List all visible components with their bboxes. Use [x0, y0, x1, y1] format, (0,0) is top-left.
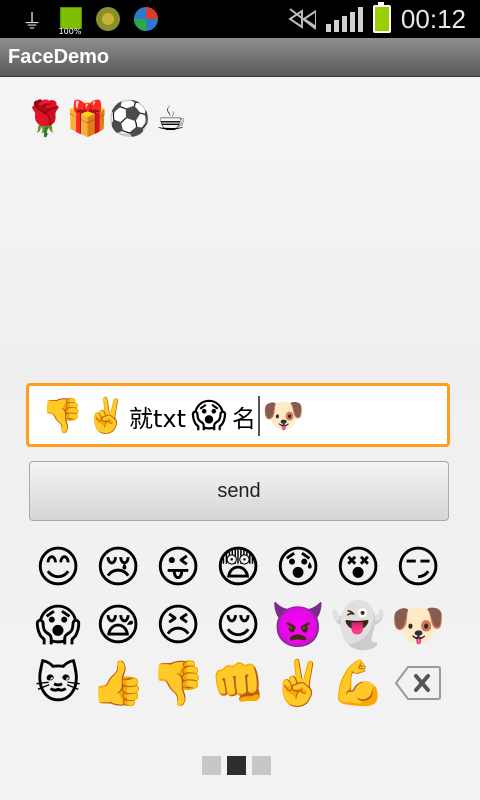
emoji-key[interactable]: 👍	[88, 654, 148, 712]
page-dot[interactable]	[202, 756, 221, 775]
input-content: 👎 ✌️ 就txt 😱 名 🐶	[41, 394, 304, 438]
emoji-key[interactable]: ✌️	[268, 654, 328, 712]
signal-icon	[325, 6, 363, 32]
emoji-key[interactable]: 😜	[148, 538, 208, 596]
delete-button[interactable]	[388, 654, 448, 712]
emoji-key[interactable]: 😵	[328, 538, 388, 596]
input-emoji: 😱	[191, 396, 227, 436]
emoji-key[interactable]: 😣	[148, 596, 208, 654]
input-text: 就txt	[129, 404, 187, 433]
message-emoji: 🎁	[66, 99, 109, 139]
message-emoji: ☕	[155, 99, 187, 139]
page-indicator	[202, 756, 271, 775]
input-emoji: 👎	[41, 396, 84, 436]
emoji-key[interactable]: 👻	[328, 596, 388, 654]
emoji-grid-row: 🐱 👍 👎 👊 ✌️ 💪	[28, 654, 448, 712]
app-title: FaceDemo	[8, 46, 110, 68]
backspace-icon	[394, 663, 442, 703]
emoji-key[interactable]: 👎	[148, 654, 208, 712]
battery-icon	[372, 2, 391, 33]
emoji-key[interactable]: 🐶	[388, 596, 448, 654]
battery-100-icon: 100%	[56, 4, 84, 36]
text-cursor	[258, 396, 261, 436]
page-dot[interactable]	[252, 756, 271, 775]
input-text: 名	[232, 404, 257, 433]
message-input[interactable]: 👎 ✌️ 就txt 😱 名 🐶	[26, 383, 450, 447]
emoji-key[interactable]: 😢	[88, 538, 148, 596]
emoji-key[interactable]: 😨	[208, 538, 268, 596]
emoji-key[interactable]: 💪	[328, 654, 388, 712]
clock: 00:12	[400, 3, 466, 34]
app-icon-1	[94, 5, 122, 33]
action-bar: FaceDemo	[0, 38, 480, 77]
emoji-key[interactable]: 🐱	[28, 654, 88, 712]
usb-icon: ⏚	[22, 8, 42, 33]
page-dot[interactable]	[227, 756, 246, 775]
emoji-grid-row: 😱 😪 😣 😌 👿 👻 🐶	[28, 596, 448, 654]
status-bar: ⏚ 100% 00:12	[0, 0, 480, 38]
sent-message: 🌹 🎁 ⚽ ☕	[24, 96, 192, 142]
message-emoji: 🌹	[24, 99, 67, 139]
emoji-key[interactable]: 😊	[28, 538, 88, 596]
emoji-grid-row: 😊 😢 😜 😨 😰 😵 😏	[28, 538, 448, 596]
emoji-grid: 😊 😢 😜 😨 😰 😵 😏 😱 😪 😣 😌 👿 👻 🐶 🐱 👍 👎 👊 ✌️ 💪	[28, 538, 448, 712]
app-icon-2	[132, 5, 160, 33]
emoji-key[interactable]: 👿	[268, 596, 328, 654]
input-emoji: ✌️	[85, 396, 128, 436]
no-signal-icon	[288, 5, 316, 33]
emoji-key[interactable]: 👊	[208, 654, 268, 712]
emoji-key[interactable]: 😪	[88, 596, 148, 654]
emoji-key[interactable]: 😏	[388, 538, 448, 596]
emoji-key[interactable]: 😱	[28, 596, 88, 654]
input-emoji: 🐶	[262, 396, 305, 436]
emoji-key[interactable]: 😌	[208, 596, 268, 654]
emoji-key[interactable]: 😰	[268, 538, 328, 596]
message-emoji: ⚽	[108, 99, 151, 139]
send-button[interactable]: send	[29, 461, 449, 521]
